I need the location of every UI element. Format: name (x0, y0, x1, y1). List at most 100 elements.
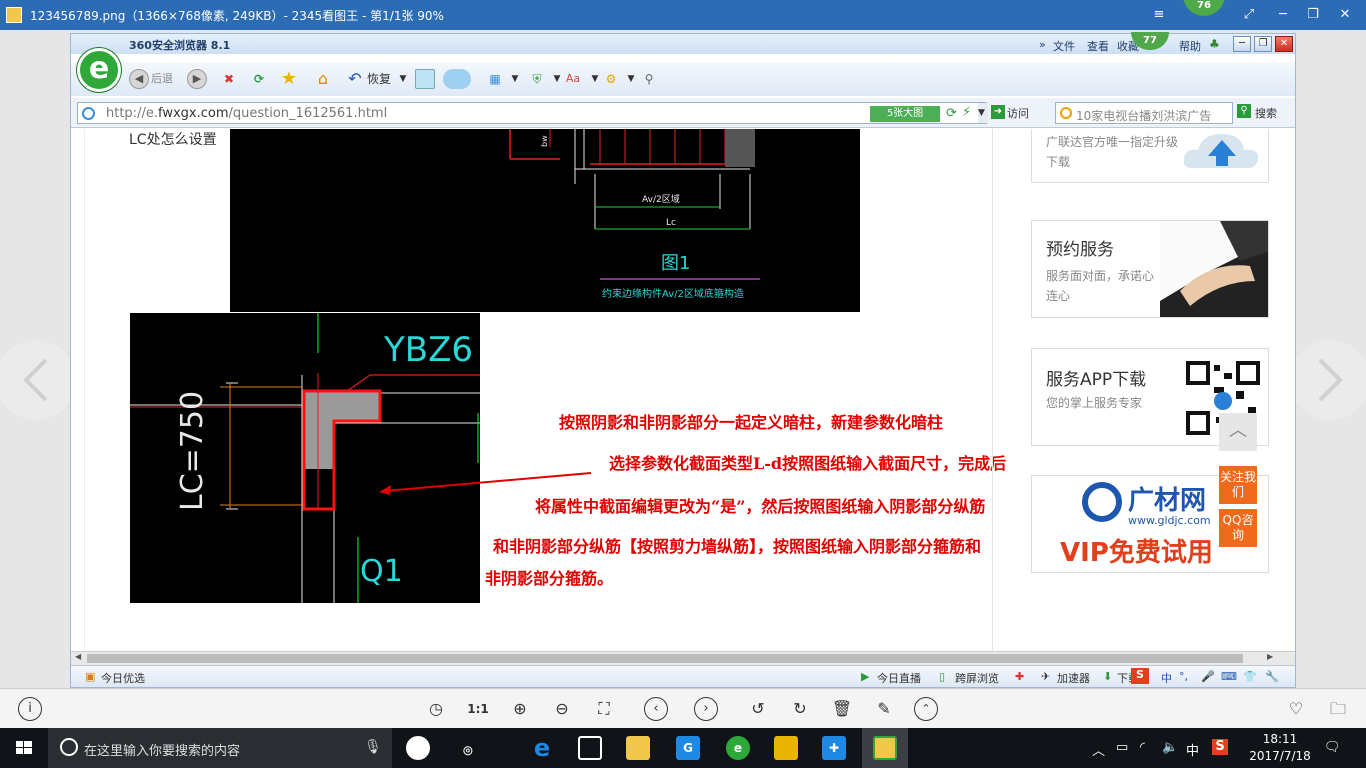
tray-battery-icon[interactable]: ▭ (1116, 740, 1128, 755)
home-icon[interactable]: ⌂ (313, 69, 333, 89)
search-button[interactable]: 搜索 (1255, 105, 1277, 121)
tools-icon[interactable]: ⚙ (601, 69, 621, 89)
info-icon[interactable]: i (18, 697, 42, 721)
taskbar-search-box[interactable]: 在这里输入你要搜索的内容 🎙 (48, 728, 392, 768)
menu-help[interactable]: 帮助 (1179, 38, 1201, 54)
cloud-icon[interactable] (443, 69, 471, 89)
forward-icon[interactable]: ▶ (187, 69, 207, 89)
action-center-icon[interactable]: 🗨 (1324, 740, 1341, 755)
search-input[interactable]: 10家电视台播刘洪滨广告 (1055, 102, 1233, 124)
rotate-left-icon[interactable]: ↺ (746, 697, 770, 721)
actual-size-button[interactable]: 1:1 (466, 697, 490, 721)
shirt-icon[interactable]: ♣ (1209, 37, 1225, 51)
tray-wifi-icon[interactable]: ◜ (1140, 740, 1145, 755)
open-folder-icon[interactable]: 🗀 (1326, 697, 1350, 721)
minimize-icon[interactable]: ─ (1274, 6, 1292, 24)
app-plus-icon[interactable]: ✚ (822, 736, 846, 760)
menu-view[interactable]: 查看 (1087, 38, 1109, 54)
browser-360-icon[interactable]: e (726, 736, 750, 760)
search-icon[interactable]: ⚲ (1237, 104, 1251, 118)
scroll-right-arrow-icon[interactable]: ▶ (1267, 652, 1273, 661)
apps-dropdown-icon[interactable]: ▼ (505, 69, 525, 89)
ime-mode[interactable]: 中 (1161, 670, 1172, 686)
close-icon[interactable]: ✕ (1336, 6, 1354, 24)
back-icon[interactable]: ◀ (129, 69, 149, 89)
fit-window-icon[interactable]: ⛶ (592, 697, 616, 721)
previous-image-button[interactable]: ‹ (644, 697, 668, 721)
task-view-icon[interactable] (406, 736, 430, 760)
favorite-star-icon[interactable]: ★ (279, 69, 299, 89)
restore-dropdown-icon[interactable]: ▼ (393, 69, 413, 89)
tray-ime[interactable]: 中 (1186, 740, 1199, 759)
more-icon[interactable]: ⌃ (914, 697, 938, 721)
menu-file[interactable]: 文件 (1053, 38, 1075, 54)
fullscreen-icon[interactable]: ⤢ (1240, 6, 1258, 24)
ime-keyboard-icon[interactable]: ⌨ (1221, 670, 1237, 683)
mobile-icon[interactable] (415, 69, 435, 89)
notes-icon[interactable] (774, 736, 798, 760)
prev-image-area[interactable] (0, 340, 76, 420)
viewer-badge[interactable]: 76 (1183, 0, 1225, 16)
follow-us-button[interactable]: 关注我们 (1219, 466, 1257, 504)
browser-swirl-icon[interactable]: ၜ (456, 736, 480, 760)
start-button[interactable] (0, 728, 48, 768)
timer-icon[interactable]: ◷ (424, 697, 448, 721)
upgrade-card[interactable]: 广联达官方唯一指定升级下载 (1031, 129, 1269, 183)
zoom-out-icon[interactable]: ⊖ (550, 697, 574, 721)
translate-icon[interactable]: Aa (563, 69, 583, 89)
menu-icon[interactable]: ≡ (1150, 6, 1168, 24)
next-image-button[interactable]: › (694, 697, 718, 721)
back-to-top-button[interactable]: ︿ (1219, 413, 1257, 451)
big-image-button[interactable]: 5张大图 (870, 106, 940, 122)
url-dropdown-icon[interactable]: ▼ (978, 103, 988, 123)
visit-icon[interactable]: ➜ (991, 105, 1005, 119)
browser-close-button[interactable]: ✕ (1275, 36, 1293, 52)
store-icon[interactable] (578, 736, 602, 760)
edge-icon[interactable]: e (530, 736, 554, 760)
zoom-in-icon[interactable]: ⊕ (508, 697, 532, 721)
plugin-icon[interactable]: ✚ (1015, 670, 1024, 683)
reservation-card[interactable]: 预约服务 服务面对面，承诺心连心 (1031, 220, 1269, 318)
refresh-icon[interactable]: ⟳ (249, 69, 269, 89)
maximize-icon[interactable]: ❐ (1304, 6, 1322, 24)
restore-icon[interactable]: ↶ (345, 69, 365, 89)
app-g-icon[interactable]: G (676, 736, 700, 760)
back-button-label[interactable]: 后退 (151, 69, 173, 89)
tray-clock[interactable]: 18:11 2017/7/18 (1248, 731, 1312, 765)
tray-expand-icon[interactable]: ︿ (1092, 740, 1105, 759)
apps-grid-icon[interactable]: ▦ (485, 69, 505, 89)
ime-skin-icon[interactable]: 👕 (1243, 670, 1257, 683)
today-live-link[interactable]: 今日直播 (877, 670, 921, 686)
tools-dropdown-icon[interactable]: ▼ (621, 69, 641, 89)
favorite-heart-icon[interactable]: ♡ (1284, 697, 1308, 721)
qq-consult-button[interactable]: QQ咨询 (1219, 509, 1257, 547)
browser-minimize-button[interactable]: ─ (1233, 36, 1251, 52)
accelerator-link[interactable]: 加速器 (1057, 670, 1090, 686)
edit-icon[interactable]: ✎ (872, 697, 896, 721)
delete-icon[interactable]: 🗑 (830, 697, 854, 721)
url-input[interactable]: http://e.fwxgx.com/question_1612561.html… (77, 102, 988, 124)
tray-volume-icon[interactable]: 🔈 (1162, 740, 1178, 755)
zoom-icon[interactable]: ⚲ (639, 69, 659, 89)
tray-sogou-icon[interactable]: S (1212, 739, 1228, 755)
file-explorer-icon[interactable] (626, 736, 650, 760)
rotate-right-icon[interactable]: ↻ (788, 697, 812, 721)
sogou-ime-icon[interactable]: S (1131, 668, 1149, 684)
today-picks-link[interactable]: 今日优选 (101, 670, 145, 686)
ime-voice-icon[interactable]: 🎤 (1201, 670, 1215, 683)
next-image-area[interactable] (1290, 340, 1366, 420)
stop-icon[interactable]: ✖ (219, 69, 239, 89)
visit-button[interactable]: 访问 (1007, 105, 1029, 121)
horizontal-scrollbar[interactable]: ◀ ▶ (71, 651, 1295, 665)
ime-punct-icon[interactable]: °, (1179, 670, 1188, 683)
ime-tools-icon[interactable]: 🔧 (1265, 670, 1279, 683)
safety-icon[interactable]: ⛨ (527, 69, 547, 89)
reload-icon[interactable]: ⟳ (946, 106, 957, 121)
cross-screen-link[interactable]: 跨屏浏览 (955, 670, 999, 686)
speed-icon[interactable]: ⚡ (962, 105, 971, 120)
microphone-icon[interactable]: 🎙 (364, 739, 382, 755)
restore-button-label[interactable]: 恢复 (367, 69, 391, 89)
active-app-highlight[interactable] (862, 728, 908, 768)
browser-maximize-button[interactable]: ❐ (1254, 36, 1272, 52)
horizontal-scrollbar-thumb[interactable] (87, 654, 1243, 663)
